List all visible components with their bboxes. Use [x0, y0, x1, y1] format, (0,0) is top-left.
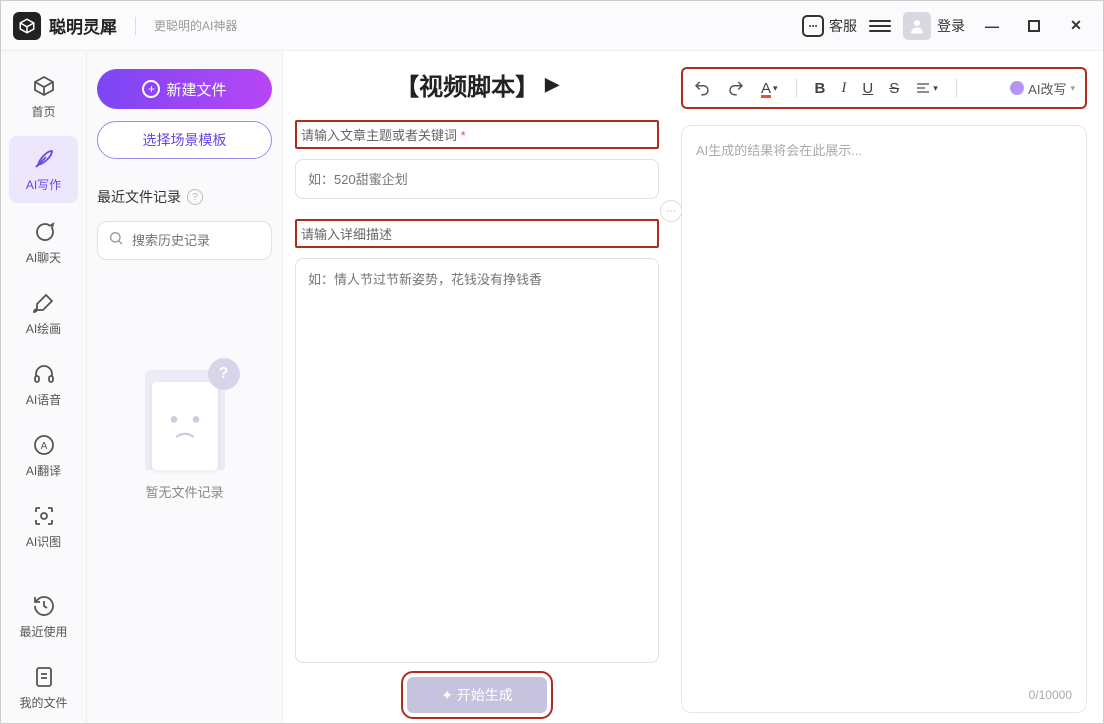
file-column: + 新建文件 选择场景模板 最近文件记录 ? ? 暂无文件记录: [87, 51, 283, 723]
plus-icon: +: [142, 80, 160, 98]
app-subtitle: 更聪明的AI神器: [154, 17, 237, 34]
template-title-text: 【视频脚本】: [395, 67, 539, 102]
right-column: A▾ B I U S ▾ AI改写 ▾ AI生成的结果将会在此展示... 0/1…: [671, 51, 1103, 723]
app-logo-icon: [13, 12, 41, 40]
feather-icon: [31, 146, 57, 172]
translate-icon: A: [31, 432, 57, 458]
nav-label: 最近使用: [19, 623, 67, 640]
brush-icon: [31, 290, 57, 316]
nav-label: AI识图: [26, 533, 61, 550]
separator: [135, 17, 136, 35]
character-counter: 0/10000: [1029, 688, 1072, 702]
cube-icon: [31, 73, 57, 99]
titlebar: 聪明灵犀 更聪明的AI神器 客服 登录 — ✕: [1, 1, 1103, 51]
empty-state-text: 暂无文件记录: [145, 482, 223, 501]
nav-ai-translate[interactable]: A AI翻译: [1, 420, 86, 491]
ai-rewrite-button[interactable]: AI改写 ▾: [1010, 79, 1075, 98]
topic-input[interactable]: [295, 159, 659, 199]
nav-my-files[interactable]: 我的文件: [1, 652, 86, 723]
empty-clipboard-icon: ?: [140, 360, 230, 470]
new-file-label: 新建文件: [166, 79, 226, 100]
maximize-button[interactable]: [1027, 19, 1041, 33]
ai-rewrite-label: AI改写: [1028, 79, 1066, 98]
close-button[interactable]: ✕: [1069, 19, 1083, 33]
chat-bubble-icon: [31, 219, 57, 245]
bold-button[interactable]: B: [815, 80, 826, 97]
nav-label: 首页: [31, 103, 55, 120]
nav-ai-chat[interactable]: AI聊天: [1, 207, 86, 278]
center-column: 【视频脚本】 ▶ 请输入文章主题或者关键词 请输入详细描述 ✦ 开始生成: [283, 51, 671, 723]
nav-ai-voice[interactable]: AI语音: [1, 349, 86, 420]
file-icon: [31, 664, 57, 690]
result-placeholder: AI生成的结果将会在此展示...: [696, 140, 1072, 159]
empty-state: ? 暂无文件记录: [97, 360, 272, 501]
customer-service-label: 客服: [829, 16, 857, 36]
headphones-icon: [31, 361, 57, 387]
hamburger-menu-button[interactable]: [869, 15, 891, 37]
redo-button[interactable]: [727, 79, 745, 97]
nav-recent[interactable]: 最近使用: [1, 581, 86, 652]
align-button[interactable]: ▾: [915, 80, 938, 96]
recent-files-text: 最近文件记录: [97, 187, 181, 207]
search-icon: [108, 230, 124, 251]
nav-label: AI语音: [26, 391, 61, 408]
nav-label: AI绘画: [26, 320, 61, 337]
nav-home[interactable]: 首页: [1, 61, 86, 132]
column-resize-handle[interactable]: ⋯: [660, 200, 682, 222]
login-button[interactable]: 登录: [903, 12, 965, 40]
generate-button[interactable]: ✦ 开始生成: [407, 677, 547, 713]
titlebar-right: 客服 登录 — ✕: [802, 12, 1091, 40]
scan-icon: [31, 503, 57, 529]
template-title: 【视频脚本】 ▶: [295, 67, 659, 102]
nav-label: AI聊天: [26, 249, 61, 266]
main-layout: 首页 AI写作 AI聊天 AI绘画 AI语音 A AI翻译 AI识图: [1, 51, 1103, 723]
search-history-box[interactable]: [97, 221, 272, 260]
help-icon[interactable]: ?: [187, 189, 203, 205]
app-name: 聪明灵犀: [49, 13, 117, 38]
minimize-button[interactable]: —: [985, 19, 999, 33]
nav-ai-image-recognition[interactable]: AI识图: [1, 491, 86, 562]
chat-icon: [802, 15, 824, 37]
scene-template-button[interactable]: 选择场景模板: [97, 121, 272, 159]
new-file-button[interactable]: + 新建文件: [97, 69, 272, 109]
history-icon: [31, 593, 57, 619]
search-history-input[interactable]: [132, 233, 308, 248]
description-textarea[interactable]: [295, 258, 659, 663]
left-nav: 首页 AI写作 AI聊天 AI绘画 AI语音 A AI翻译 AI识图: [1, 51, 87, 723]
recent-files-heading: 最近文件记录 ?: [97, 187, 272, 207]
nav-ai-paint[interactable]: AI绘画: [1, 278, 86, 349]
customer-service-button[interactable]: 客服: [802, 15, 857, 37]
result-output-box[interactable]: AI生成的结果将会在此展示... 0/10000: [681, 125, 1087, 713]
nav-label: AI翻译: [26, 462, 61, 479]
editor-toolbar: A▾ B I U S ▾ AI改写 ▾: [681, 67, 1087, 109]
svg-text:A: A: [40, 441, 47, 452]
ai-rewrite-icon: [1010, 81, 1024, 95]
font-color-button[interactable]: A▾: [761, 80, 778, 97]
underline-button[interactable]: U: [862, 80, 873, 97]
italic-button[interactable]: I: [841, 80, 846, 97]
nav-label: 我的文件: [19, 694, 67, 711]
description-label: 请输入详细描述: [295, 219, 659, 248]
strikethrough-button[interactable]: S: [889, 80, 899, 97]
undo-button[interactable]: [693, 79, 711, 97]
topic-label: 请输入文章主题或者关键词: [295, 120, 659, 149]
logo-block: 聪明灵犀 更聪明的AI神器: [13, 12, 237, 40]
nav-ai-writing[interactable]: AI写作: [9, 136, 78, 203]
user-avatar-icon: [903, 12, 931, 40]
login-label: 登录: [937, 16, 965, 36]
play-icon[interactable]: ▶: [545, 74, 559, 95]
nav-label: AI写作: [26, 176, 61, 193]
